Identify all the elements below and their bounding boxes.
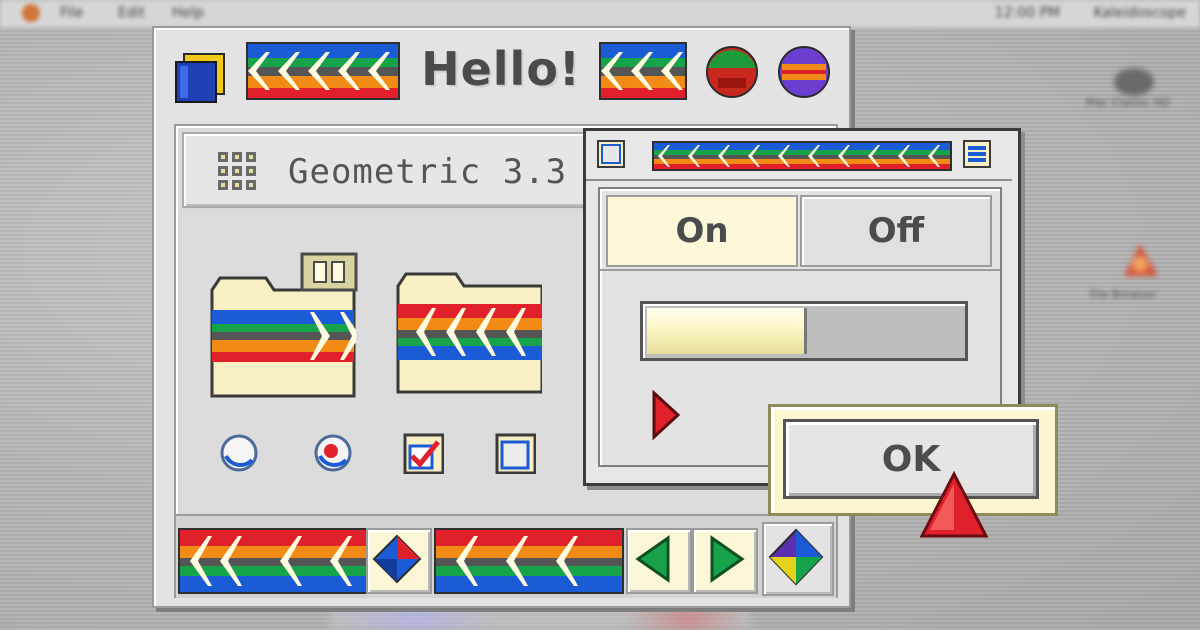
close-box-icon[interactable]	[596, 139, 626, 169]
collapse-icon[interactable]	[704, 44, 760, 100]
apple-menu-icon[interactable]	[22, 4, 40, 22]
bottom-toolbar	[176, 514, 836, 598]
default-button-frame: OK	[768, 404, 1058, 516]
progress-bar	[640, 301, 968, 361]
arrow-right-icon	[710, 535, 745, 583]
desktop-icon-label: File Browser	[1090, 288, 1157, 301]
title-bar[interactable]: Hello!	[154, 28, 849, 124]
menu-help[interactable]: Help	[172, 5, 204, 21]
divider	[600, 269, 1000, 271]
hard-disk-icon[interactable]	[1112, 62, 1156, 98]
menu-file[interactable]: File	[60, 5, 83, 21]
progress-fill	[647, 308, 807, 354]
zoom-icon[interactable]	[776, 44, 832, 100]
palette-title-pattern	[652, 141, 952, 171]
radio-button-selected[interactable]	[312, 432, 354, 474]
checkbox-checked[interactable]	[402, 432, 444, 474]
scroll-right-button[interactable]	[692, 528, 758, 594]
checkbox-unchecked[interactable]	[494, 432, 536, 474]
grid-icon	[218, 152, 256, 190]
title-pattern-left	[246, 42, 400, 100]
cursor-icon	[919, 470, 989, 538]
diamond-icon	[372, 534, 422, 584]
title-pattern-right	[599, 42, 687, 100]
arrow-left-icon	[635, 535, 670, 583]
collapse-box-icon[interactable]	[962, 139, 992, 169]
disclosure-triangle-icon[interactable]	[648, 389, 682, 443]
palette-title-bar[interactable]	[586, 131, 1012, 181]
segment-off[interactable]: Off	[800, 195, 992, 267]
scroll-left-button[interactable]	[626, 528, 692, 594]
resize-box[interactable]	[762, 522, 834, 596]
file-browser-icon[interactable]	[1118, 240, 1162, 284]
menubar-app-name[interactable]: Kaleidoscope	[1094, 5, 1186, 21]
octahedron-icon	[768, 528, 824, 586]
cube-icon[interactable]	[174, 52, 228, 106]
radio-button-unselected[interactable]	[218, 432, 260, 474]
desktop-icon-label: Mac Classic HD	[1086, 96, 1171, 109]
segment-on[interactable]: On	[606, 195, 798, 267]
menu-edit[interactable]: Edit	[118, 5, 145, 21]
ok-button[interactable]: OK	[783, 419, 1039, 499]
share-badge-icon	[300, 252, 358, 292]
tab-title: Geometric 3.3	[288, 152, 568, 192]
menubar-clock: 12:00 PM	[994, 5, 1060, 21]
folder-icon[interactable]	[396, 264, 542, 394]
bottom-pattern-left	[178, 528, 368, 594]
window-title: Hello!	[421, 42, 581, 96]
diamond-button[interactable]	[366, 528, 432, 594]
bottom-pattern-right	[434, 528, 624, 594]
